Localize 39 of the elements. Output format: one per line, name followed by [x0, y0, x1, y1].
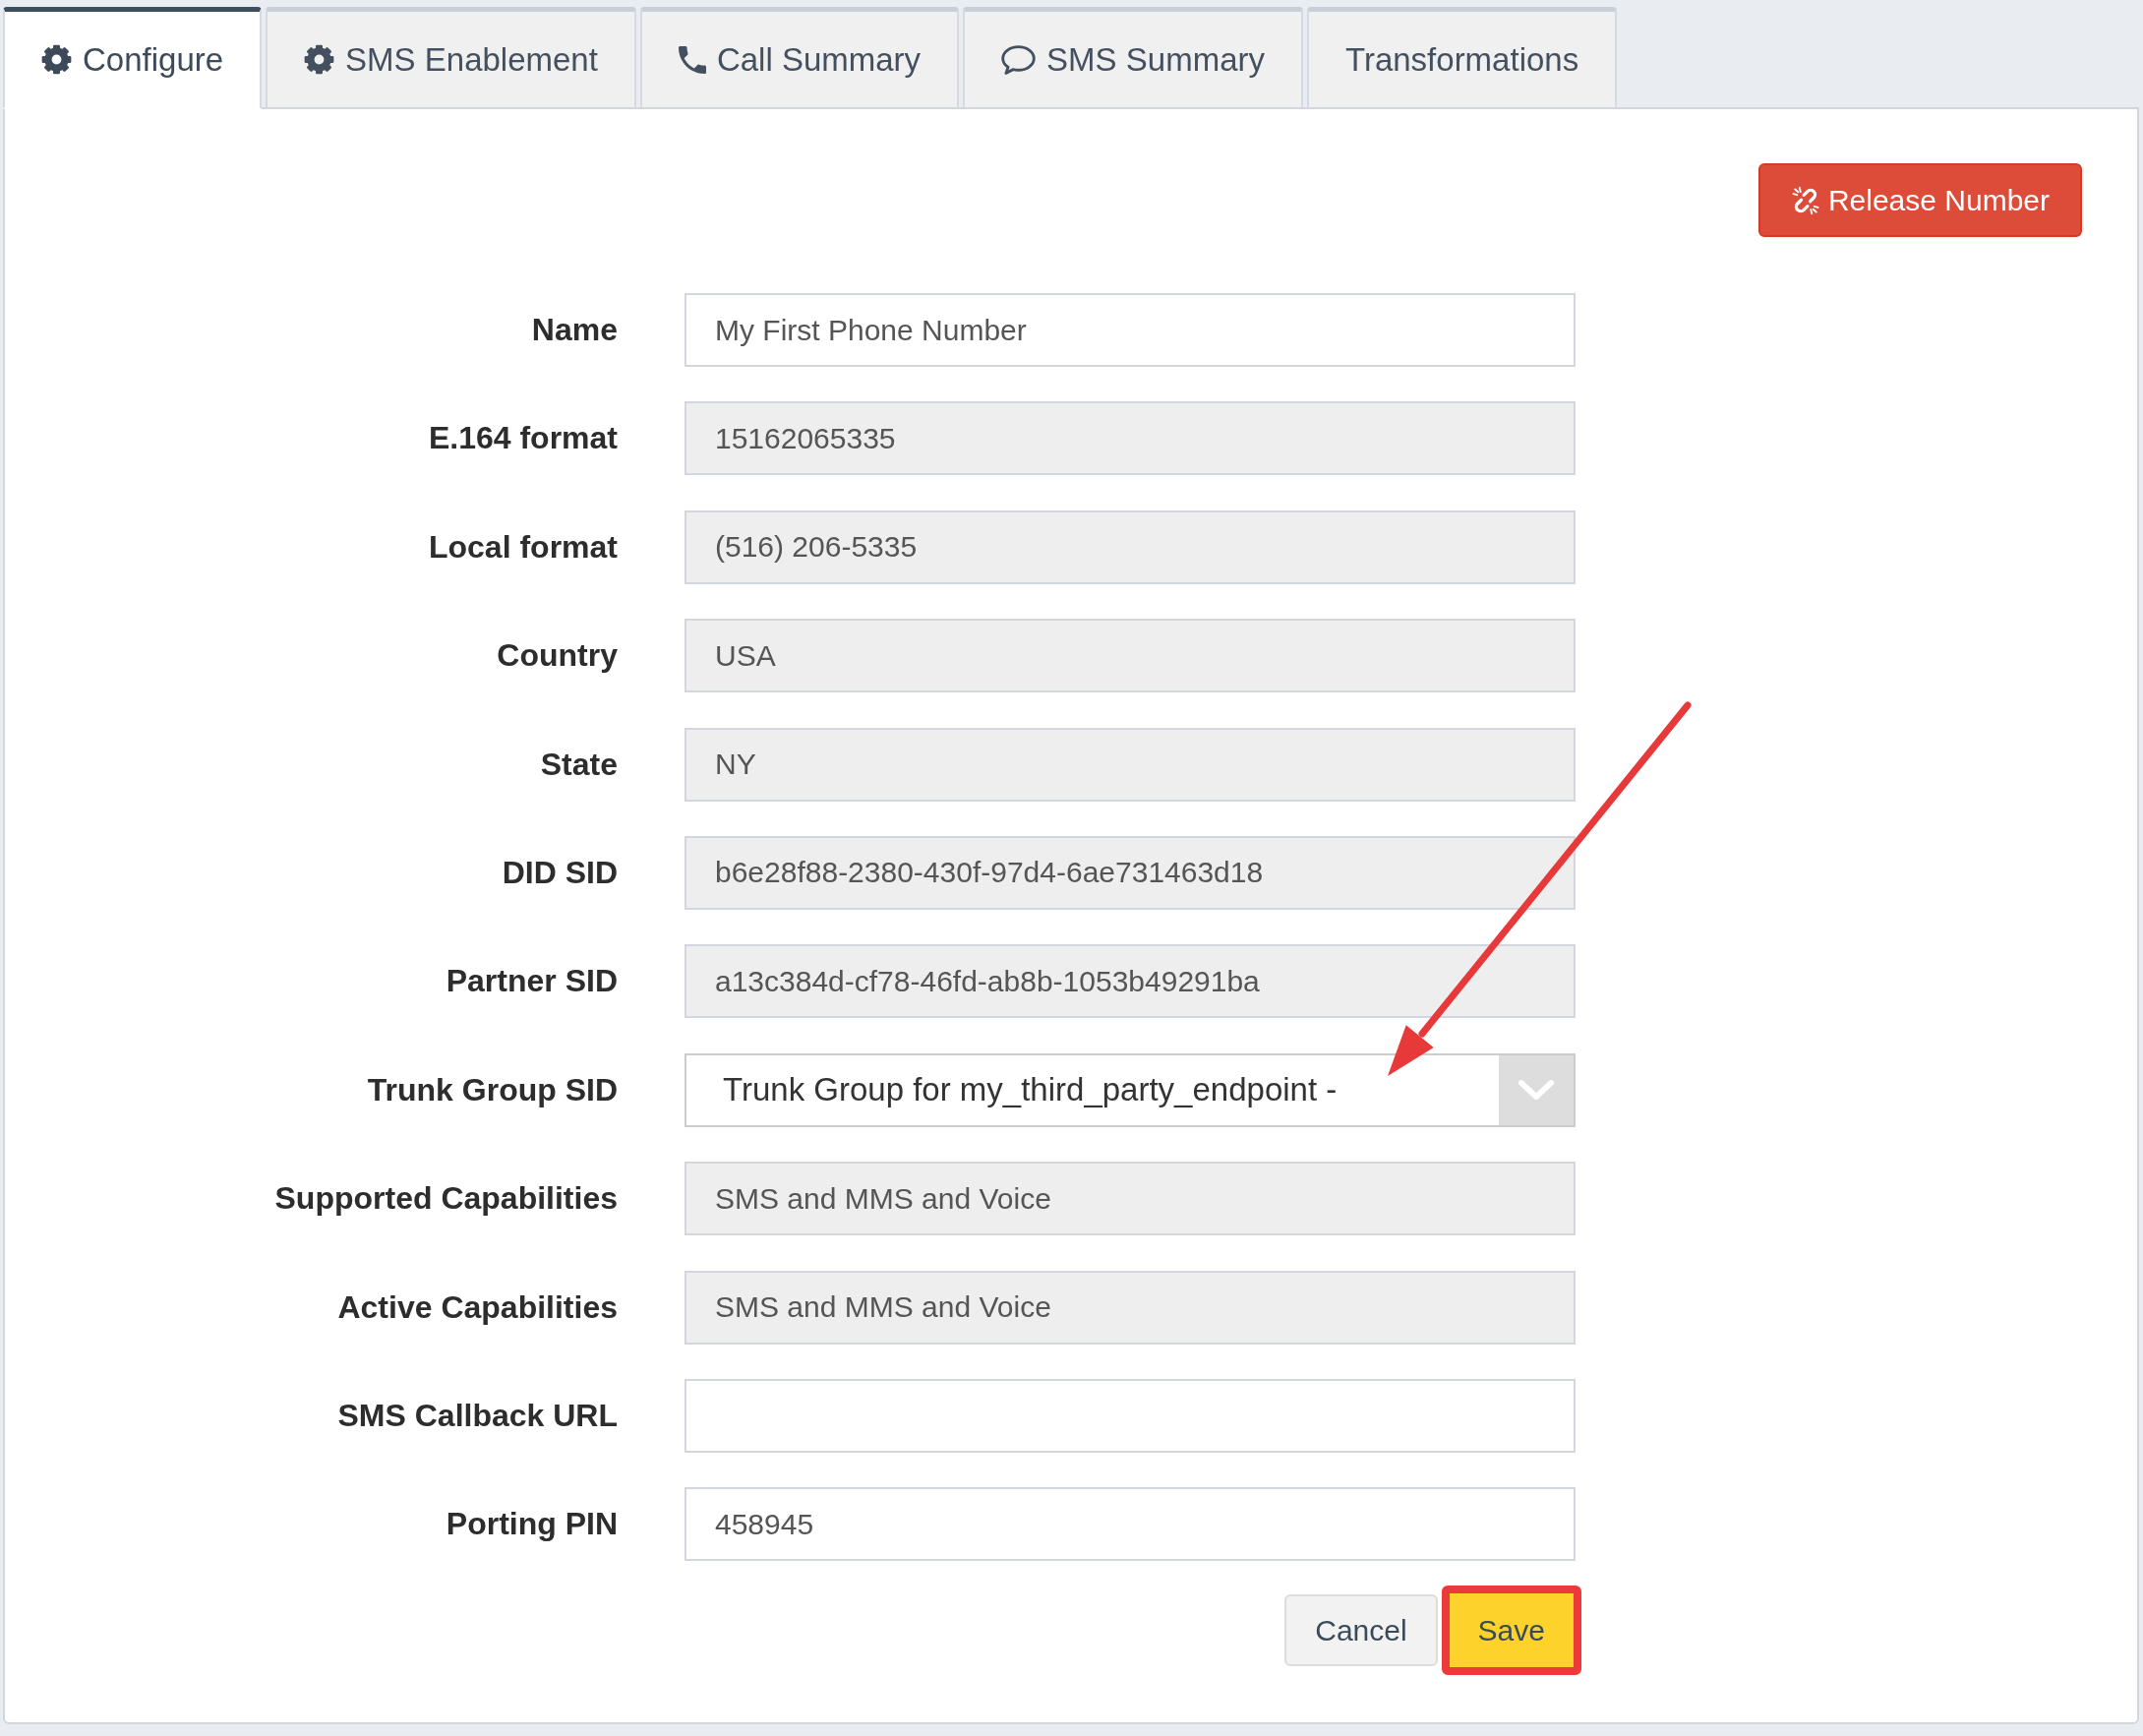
- field-label: Active Capabilities: [337, 1288, 618, 1326]
- input-field[interactable]: [685, 1378, 1576, 1453]
- input-field[interactable]: a13c384d-cf78-46fd-ab8b-1053b49291ba: [685, 944, 1576, 1019]
- dropdown-toggle[interactable]: [1499, 1054, 1574, 1125]
- tab[interactable]: Configure: [3, 7, 263, 109]
- field-label: Porting PIN: [446, 1506, 618, 1543]
- field-label: Country: [497, 637, 618, 675]
- field-label: DID SID: [502, 854, 618, 891]
- tab[interactable]: Call Summary: [639, 7, 960, 109]
- input-field[interactable]: SMS and MMS and Voice: [685, 1162, 1576, 1236]
- gear-icon: [41, 44, 72, 75]
- speech-bubble-icon: [1001, 44, 1037, 75]
- gear-icon: [304, 44, 335, 75]
- input-field[interactable]: My First Phone Number: [685, 293, 1576, 367]
- field-label: State: [540, 746, 618, 783]
- field-label: Supported Capabilities: [274, 1180, 618, 1218]
- field-label: Trunk Group SID: [367, 1071, 618, 1108]
- input-field[interactable]: 15162065335: [685, 401, 1576, 476]
- field-label: SMS Callback URL: [337, 1397, 618, 1434]
- phone-icon: [678, 45, 706, 74]
- input-field[interactable]: b6e28f88-2380-430f-97d4-6ae731463d18: [685, 835, 1576, 910]
- form-button[interactable]: Save: [1441, 1586, 1581, 1676]
- broken-link-icon: [1790, 185, 1820, 215]
- input-field[interactable]: USA: [685, 619, 1576, 693]
- form-button[interactable]: Cancel: [1284, 1594, 1438, 1667]
- input-field[interactable]: 458945: [685, 1487, 1576, 1562]
- field-label: Name: [531, 312, 618, 348]
- tab[interactable]: SMS Enablement: [266, 7, 636, 109]
- tab[interactable]: SMS Summary: [963, 7, 1303, 109]
- field-label: Local format: [428, 528, 618, 566]
- chevron-down-icon: [1518, 1078, 1555, 1102]
- release-number-button[interactable]: Release Number: [1757, 163, 2082, 237]
- field-label: Partner SID: [446, 963, 618, 1000]
- tab[interactable]: Transformations: [1307, 7, 1618, 109]
- field-label: E.164 format: [428, 420, 618, 457]
- input-field[interactable]: SMS and MMS and Voice: [685, 1270, 1576, 1345]
- input-field[interactable]: (516) 206-5335: [685, 509, 1576, 584]
- input-field[interactable]: NY: [685, 727, 1576, 802]
- select-field[interactable]: Trunk Group for my_third_party_endpoint -: [685, 1052, 1576, 1127]
